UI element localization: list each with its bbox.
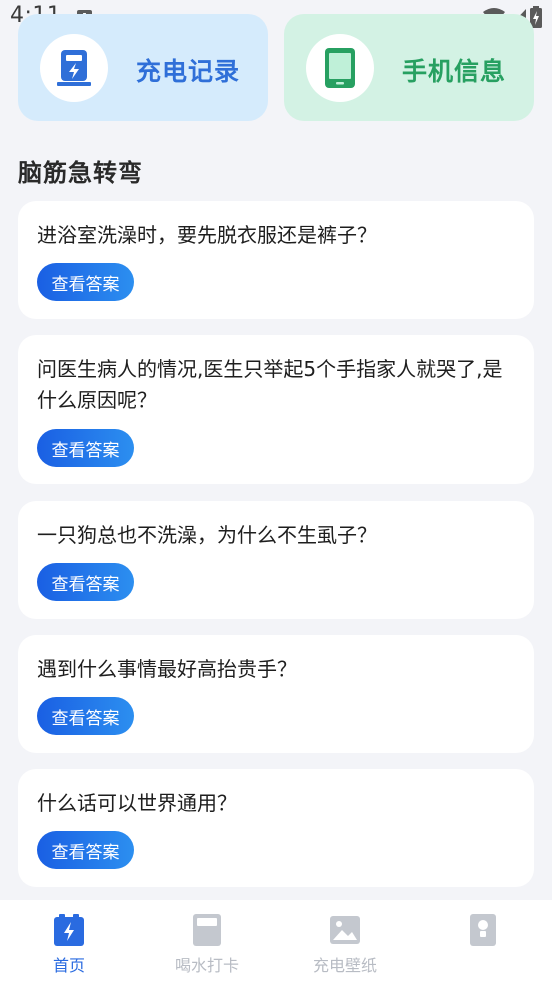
nav-water-checkin[interactable]: 喝水打卡 [138, 900, 276, 983]
phone-icon [325, 48, 355, 88]
riddle-card: 问医生病人的情况,医生只举起5个手指家人就哭了,是什么原因呢？ 查看答案 [18, 335, 534, 484]
phone-info-card[interactable]: 手机信息 [284, 14, 534, 121]
nav-home-label: 首页 [52, 956, 85, 975]
nav-water-label: 喝水打卡 [174, 956, 239, 975]
riddle-question: 进浴室洗澡时，要先脱衣服还是裤子？ [37, 223, 377, 247]
charge-record-card[interactable]: 充电记录 [18, 14, 268, 121]
view-answer-button[interactable]: 查看答案 [37, 697, 134, 735]
riddle-question: 什么话可以世界通用？ [37, 791, 237, 815]
riddle-question: 一只狗总也不洗澡，为什么不生虱子？ [37, 523, 377, 547]
nav-wallpaper-label: 充电壁纸 [312, 956, 377, 975]
view-answer-button[interactable]: 查看答案 [37, 429, 134, 467]
view-answer-button[interactable]: 查看答案 [37, 263, 134, 301]
riddle-card: 遇到什么事情最好高抬贵手？ 查看答案 [18, 635, 534, 753]
wallpaper-image-icon [330, 916, 360, 944]
riddle-question: 问医生病人的情况,医生只举起5个手指家人就哭了,是什么原因呢？ [37, 357, 503, 412]
charging-station-icon [57, 50, 91, 86]
charge-icon-circle [40, 34, 108, 102]
bottom-nav: 首页 喝水打卡 充电壁纸 [0, 900, 552, 983]
riddle-card: 一只狗总也不洗澡，为什么不生虱子？ 查看答案 [18, 501, 534, 619]
nav-idea[interactable] [414, 900, 552, 983]
nav-charge-wallpaper[interactable]: 充电壁纸 [276, 900, 414, 983]
home-battery-icon [54, 914, 84, 946]
view-answer-button[interactable]: 查看答案 [37, 563, 134, 601]
view-answer-button[interactable]: 查看答案 [37, 831, 134, 869]
section-title: 脑筋急转弯 [18, 159, 143, 187]
water-cup-icon [193, 914, 221, 946]
nav-home[interactable]: 首页 [0, 900, 138, 983]
phone-icon-circle [306, 34, 374, 102]
charge-record-title: 充电记录 [136, 57, 241, 86]
idea-card-icon [470, 914, 496, 946]
phone-info-title: 手机信息 [402, 57, 507, 86]
riddle-card: 进浴室洗澡时，要先脱衣服还是裤子？ 查看答案 [18, 201, 534, 319]
riddle-question: 遇到什么事情最好高抬贵手？ [37, 657, 297, 681]
riddle-card: 什么话可以世界通用？ 查看答案 [18, 769, 534, 887]
